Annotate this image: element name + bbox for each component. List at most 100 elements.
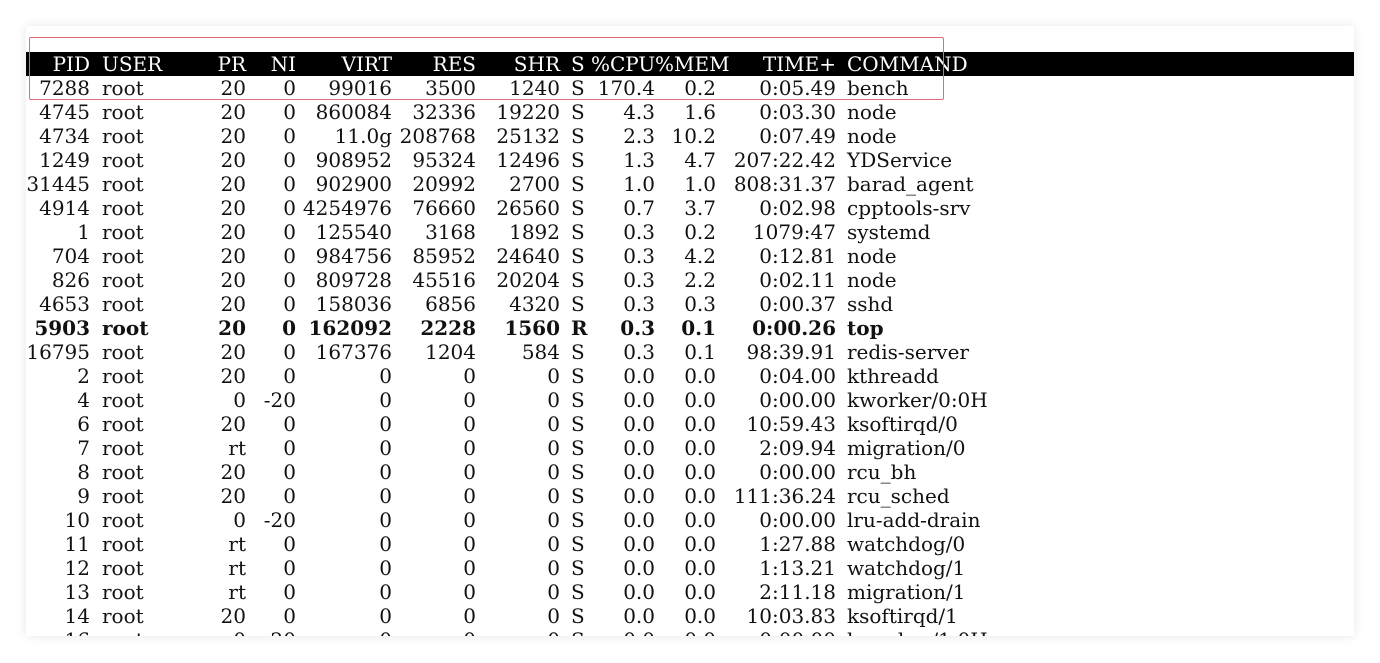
cell-ni: -20 <box>246 628 296 636</box>
table-row[interactable]: 5903 root 20 0 162092 2228 1560 R 0.3 0.1 0:00.26 t… <box>26 316 1354 340</box>
cell-res: 0 <box>392 628 476 636</box>
cell-res: 6856 <box>425 292 476 316</box>
cell-pr: 0 <box>233 388 246 412</box>
cell-ni: 0 <box>283 580 296 604</box>
cell-time: 98:39.91 <box>746 340 836 364</box>
cell-s: S <box>571 292 585 316</box>
cell-ni: 0 <box>283 340 296 364</box>
cell-time: 1:27.88 <box>759 532 836 556</box>
cell-cpu: 0.0 <box>623 580 655 604</box>
cell-shr: 584 <box>521 340 560 364</box>
cell-pr: 20 <box>220 412 246 436</box>
cell-shr: 0 <box>547 364 560 388</box>
table-row[interactable]: 826 root 20 0 809728 45516 20204 S 0.3 2.2 0:02.11… <box>26 268 1354 292</box>
cell-time: 0:04.00 <box>759 364 836 388</box>
cell-command: top <box>847 316 884 340</box>
cell-s: S <box>571 124 585 148</box>
table-row[interactable]: 16795 root 20 0 167376 1204 584 S 0.3 0.1 98:39.91… <box>26 340 1354 364</box>
cell-pr: 20 <box>220 196 246 220</box>
cell-shr: 0 <box>547 604 560 628</box>
cell-pr: 20 <box>220 484 246 508</box>
table-row[interactable]: 4914 root 20 0 4254976 76660 26560 S 0.7 3.7 0:02.… <box>26 196 1354 220</box>
cell-s: S <box>571 628 591 636</box>
cell-shr: 19220 <box>496 100 560 124</box>
cell-s: S <box>571 484 585 508</box>
cell-pr: 20 <box>220 292 246 316</box>
cell-pid: 1 <box>77 220 90 244</box>
cell-user: root <box>102 532 144 556</box>
cell-pr: rt <box>228 436 246 460</box>
process-rows: 7288 root 20 0 99016 3500 1240 S 170.4 0.2 0:05.49… <box>26 76 1354 636</box>
cell-time: 0:03.30 <box>759 100 836 124</box>
table-row[interactable]: 1249 root 20 0 908952 95324 12496 S 1.3 4.7 207:22… <box>26 148 1354 172</box>
table-row[interactable]: 11 root rt 0 0 0 0 S 0.0 0.0 1:27.88 watchdog/0 <box>26 532 1354 556</box>
cell-pid: 10 <box>64 508 90 532</box>
cell-res: 0 <box>463 436 476 460</box>
table-row[interactable]: 14 root 20 0 0 0 0 S 0.0 0.0 10:03.83 ksoftirqd/1 <box>26 604 1354 628</box>
cell-s: S <box>571 364 585 388</box>
cell-cpu: 0.0 <box>623 556 655 580</box>
cell-command: migration/0 <box>847 436 966 460</box>
cell-shr: 24640 <box>496 244 560 268</box>
table-row[interactable]: 8 root 20 0 0 0 0 S 0.0 0.0 0:00.00 rcu_bh <box>26 460 1354 484</box>
table-row[interactable]: 7 root rt 0 0 0 0 S 0.0 0.0 2:09.94 migration/0 <box>26 436 1354 460</box>
cell-command: watchdog/1 <box>847 556 966 580</box>
cell-mem: 4.7 <box>684 148 716 172</box>
cell-cpu: 0.7 <box>623 196 655 220</box>
cell-virt: 0 <box>379 364 392 388</box>
cell-time: 0:00.00 <box>716 628 836 636</box>
cell-virt: 0 <box>379 532 392 556</box>
cell-shr: 0 <box>547 556 560 580</box>
cell-cpu: 2.3 <box>623 124 655 148</box>
table-row[interactable]: 12 root rt 0 0 0 0 S 0.0 0.0 1:13.21 watchdog/1 <box>26 556 1354 580</box>
cell-pr: 20 <box>220 220 246 244</box>
table-row[interactable]: 4653 root 20 0 158036 6856 4320 S 0.3 0.3 0:00.37 s… <box>26 292 1354 316</box>
cell-pr: 20 <box>220 100 246 124</box>
cell-pr: rt <box>228 532 246 556</box>
table-row[interactable]: 31445 root 20 0 902900 20992 2700 S 1.0 1.0 808:31… <box>26 172 1354 196</box>
cell-mem: 0.0 <box>684 556 716 580</box>
table-row[interactable]: 9 root 20 0 0 0 0 S 0.0 0.0 111:36.24 rcu_sched <box>26 484 1354 508</box>
cell-mem: 0.0 <box>655 628 716 636</box>
table-row[interactable]: 10 root 0 -20 0 0 0 S 0.0 0.0 0:00.00 lru-add-drain <box>26 508 1354 532</box>
table-row[interactable]: 6 root 20 0 0 0 0 S 0.0 0.0 10:59.43 ksoftirqd/0 <box>26 412 1354 436</box>
cell-res: 45516 <box>412 268 476 292</box>
cell-ni: 0 <box>283 220 296 244</box>
cell-pid: 1249 <box>39 148 90 172</box>
cell-res: 208768 <box>399 124 476 148</box>
cell-command: kworker/1:0H <box>847 628 1247 636</box>
cell-virt: 158036 <box>315 292 392 316</box>
cell-pid: 4914 <box>39 196 90 220</box>
cell-pr: 20 <box>220 604 246 628</box>
highlight-annotation-box <box>29 37 944 100</box>
table-row[interactable]: 704 root 20 0 984756 85952 24640 S 0.3 4.2 0:12.81… <box>26 244 1354 268</box>
cell-mem: 1.6 <box>684 100 716 124</box>
table-row[interactable]: 13 root rt 0 0 0 0 S 0.0 0.0 2:11.18 migration/1 <box>26 580 1354 604</box>
table-row[interactable]: 4745 root 20 0 860084 32336 19220 S 4.3 1.6 0:03.3… <box>26 100 1354 124</box>
cell-res: 1204 <box>425 340 476 364</box>
cell-mem: 0.1 <box>684 340 716 364</box>
cell-shr: 0 <box>547 508 560 532</box>
table-row[interactable]: 2 root 20 0 0 0 0 S 0.0 0.0 0:04.00 kthreadd <box>26 364 1354 388</box>
cell-pr: 20 <box>220 244 246 268</box>
cell-res: 32336 <box>412 100 476 124</box>
cell-user: root <box>102 244 144 268</box>
cell-cpu: 1.0 <box>623 172 655 196</box>
cell-s: S <box>571 532 585 556</box>
cell-ni: 0 <box>283 100 296 124</box>
table-row[interactable]: 4734 root 20 0 11.0g 208768 25132 S 2.3 10.2 0:07.… <box>26 124 1354 148</box>
cell-user: root <box>102 148 144 172</box>
cell-cpu: 4.3 <box>623 100 655 124</box>
cell-pid: 5903 <box>34 316 90 340</box>
cell-shr: 12496 <box>496 148 560 172</box>
cell-cpu: 1.3 <box>623 148 655 172</box>
table-row[interactable]: 1 root 20 0 125540 3168 1892 S 0.3 0.2 1079:47 syst… <box>26 220 1354 244</box>
cell-command: cpptools-srv <box>847 196 971 220</box>
table-row[interactable]: 4 root 0 -20 0 0 0 S 0.0 0.0 0:00.00 kworker/0:0H <box>26 388 1354 412</box>
cell-mem: 0.0 <box>684 580 716 604</box>
table-row[interactable]: 16root0-20000S0.00.00:00.00kworker/1:0H <box>26 628 1354 636</box>
cell-pr: 20 <box>220 268 246 292</box>
cell-res: 0 <box>463 412 476 436</box>
cell-s: R <box>571 316 588 340</box>
cell-res: 85952 <box>412 244 476 268</box>
